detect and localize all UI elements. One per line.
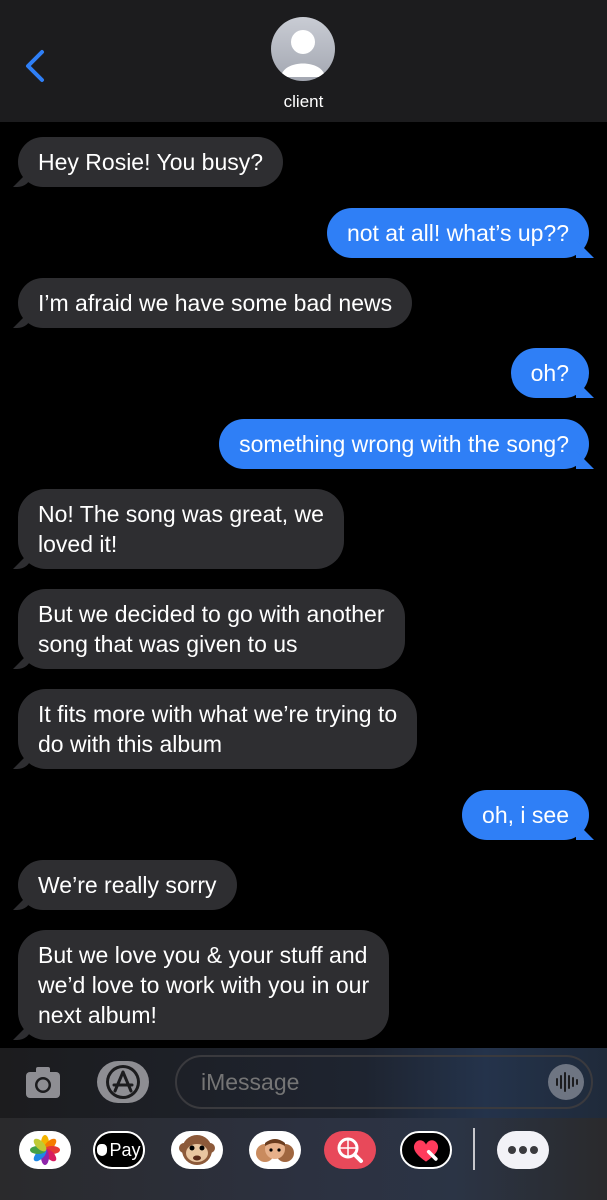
photos-app-icon[interactable] [19,1131,71,1169]
image-search-app-icon[interactable] [324,1131,376,1169]
photos-flower-icon [30,1135,60,1165]
chevron-left-icon[interactable] [22,46,52,86]
app-drawer-divider [473,1128,475,1170]
received-message[interactable]: No! The song was great, we loved it! [18,489,344,569]
audio-message-button[interactable] [548,1064,584,1100]
app-store-icon [106,1065,140,1099]
sent-message[interactable]: oh? [510,348,589,398]
camera-icon[interactable] [24,1064,62,1100]
monkey-face-icon [179,1135,215,1165]
contact-avatar[interactable] [271,17,335,81]
received-message[interactable]: We’re really sorry [18,860,237,910]
message-input[interactable] [175,1055,593,1109]
sent-message[interactable]: not at all! what’s up?? [326,208,589,258]
received-message[interactable]: I’m afraid we have some bad news [18,278,413,328]
apple-logo-icon [97,1144,108,1156]
contact-name[interactable]: client [0,92,607,112]
apple-pay-label: Pay [109,1139,141,1160]
animoji-app-icon[interactable] [171,1131,223,1169]
globe-search-icon [337,1137,363,1163]
sent-message[interactable]: oh, i see [462,790,589,840]
apple-pay-app-icon[interactable]: Pay [93,1131,145,1169]
heart-icon [413,1140,439,1162]
memoji-app-icon[interactable] [249,1131,301,1169]
audio-waveform-icon [556,1072,578,1092]
app-store-button[interactable] [97,1061,149,1103]
message-thread: Hey Rosie! You busy? not at all! what’s … [0,122,607,1048]
received-message[interactable]: But we love you & your stuff and we’d lo… [18,930,390,1040]
memoji-faces-icon [256,1139,294,1162]
received-message[interactable]: But we decided to go with another song t… [18,589,405,669]
received-message[interactable]: It fits more with what we’re trying to d… [18,689,418,769]
compose-bar [0,1048,607,1118]
app-drawer: Pay [0,1118,607,1200]
conversation-header: client [0,0,607,122]
more-apps-icon [508,1146,538,1154]
more-apps-button[interactable] [497,1131,549,1169]
digital-touch-app-icon[interactable] [400,1131,452,1169]
received-message[interactable]: Hey Rosie! You busy? [18,137,284,187]
person-silhouette-icon [281,30,325,77]
sent-message[interactable]: something wrong with the song? [219,419,589,469]
